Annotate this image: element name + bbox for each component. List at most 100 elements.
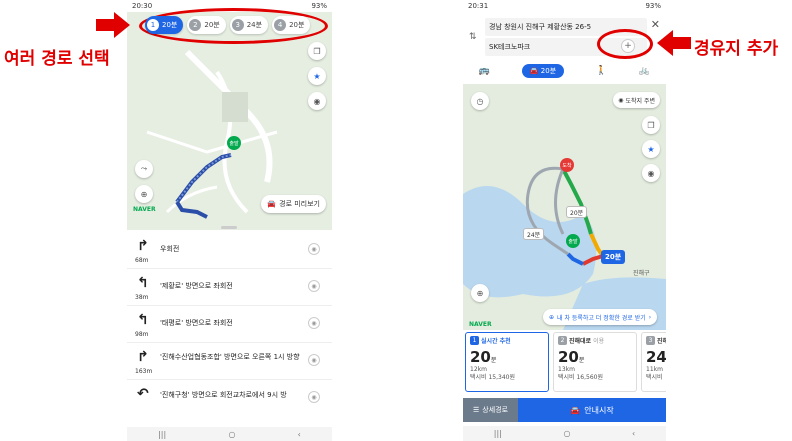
list-item[interactable]: ↱ 163m '진해수산업협동조합' 방면으로 오른쪽 1시 방향 ◉ bbox=[127, 343, 332, 380]
route-time-unit: 분 bbox=[490, 357, 497, 364]
map-pin-icon[interactable]: ◉ bbox=[308, 243, 320, 255]
location-button[interactable]: ◉ bbox=[308, 92, 326, 110]
action-bar: ☰ 상세경로 🚘 안내시작 bbox=[463, 398, 666, 422]
district-label: 진해구 bbox=[633, 270, 650, 277]
destination-marker[interactable]: 도착 bbox=[560, 158, 574, 172]
home-icon[interactable]: ○ bbox=[228, 430, 235, 439]
map-graphics bbox=[463, 84, 666, 330]
favorite-button[interactable]: ★ bbox=[642, 140, 660, 158]
route-fare: 택시비 15,340원 bbox=[470, 374, 515, 381]
location-button[interactable]: ◉ bbox=[642, 164, 660, 182]
selected-route-bubble[interactable]: 20분 bbox=[601, 250, 626, 264]
route-map[interactable]: 출발 ❐ ★ ◉ ⤳ ⊕ NAVER 🚘 경로 미리보기 bbox=[127, 12, 332, 230]
origin-marker-label: 출발 bbox=[568, 238, 578, 245]
tab-car[interactable]: 🚘 20분 bbox=[521, 64, 565, 78]
list-item[interactable]: ↰ 38m '제황로' 방면으로 좌회전 ◉ bbox=[127, 269, 332, 306]
layers-button[interactable]: ❐ bbox=[308, 42, 326, 60]
list-item[interactable]: ↰ 98m '태평로' 방면으로 좌회전 ◉ bbox=[127, 306, 332, 343]
pin-icon: ◉ bbox=[313, 96, 321, 106]
clock-icon: ◷ bbox=[476, 96, 484, 106]
route-card-1[interactable]: 1 실시간 추천 20분 12km 택시비 15,340원 bbox=[465, 332, 549, 392]
roundabout-icon: ↶ bbox=[137, 386, 149, 402]
route-card-title: 1 실시간 추천 bbox=[470, 336, 544, 345]
star-icon: ★ bbox=[647, 144, 655, 154]
destination-around-label: 도착지 주변 bbox=[625, 97, 655, 105]
bubble-time: 24분 bbox=[527, 231, 541, 239]
back-icon[interactable]: ‹ bbox=[632, 429, 635, 438]
bubble-time: 20분 bbox=[570, 209, 584, 217]
route-option-1[interactable]: 1 20분 bbox=[145, 16, 184, 34]
route-option-4[interactable]: 4 20분 bbox=[272, 16, 311, 34]
tab-car-time: 20분 bbox=[540, 67, 557, 75]
step-instruction: '진해구청' 방면으로 회전교차로에서 9시 방 bbox=[160, 391, 287, 399]
route-option-time: 20분 bbox=[162, 21, 178, 29]
origin-marker[interactable]: 출발 bbox=[566, 234, 580, 248]
route-options-button[interactable]: ⤳ bbox=[135, 160, 153, 178]
walk-icon[interactable]: 🚶 bbox=[596, 66, 607, 76]
route-time: 20분 bbox=[470, 348, 544, 366]
alt-route-bubble[interactable]: 24분 bbox=[523, 228, 545, 240]
destination-marker-label: 도착 bbox=[562, 162, 572, 169]
alt-route-bubble[interactable]: 20분 bbox=[566, 206, 588, 218]
register-car-label: 내 차 등록하고 더 정확한 경로 받기 bbox=[557, 314, 646, 322]
start-navigation-label: 안내시작 bbox=[584, 405, 614, 415]
step-instruction: '태평로' 방면으로 좌회전 bbox=[160, 319, 233, 327]
route-time-unit: 분 bbox=[578, 357, 585, 364]
status-time: 20:30 bbox=[132, 2, 153, 10]
route-card-3[interactable]: 3 진해 24 11km 택시비 bbox=[641, 332, 666, 392]
route-option-3[interactable]: 3 24분 bbox=[229, 16, 269, 34]
map-pin-icon[interactable]: ◉ bbox=[308, 354, 320, 366]
register-car-banner[interactable]: ⊕ 내 차 등록하고 더 정확한 경로 받기 › bbox=[543, 309, 658, 325]
route-number: 3 bbox=[646, 336, 655, 345]
list-icon: ☰ bbox=[472, 406, 480, 414]
pin-icon: ◉ bbox=[647, 168, 655, 178]
phone-left-screen: 20:30 93% 출발 ❐ ★ ◉ ⤳ ⊕ NAVER 🚘 경로 미리보기 1… bbox=[127, 0, 332, 441]
bubble-time: 20분 bbox=[605, 253, 622, 261]
home-icon[interactable]: ○ bbox=[563, 429, 570, 438]
route-option-time: 24분 bbox=[246, 21, 263, 29]
route-card-title: 3 진해 bbox=[646, 336, 666, 345]
route-details-button[interactable]: ☰ 상세경로 bbox=[463, 398, 518, 422]
route-option-number: 1 bbox=[147, 19, 159, 31]
bus-icon[interactable]: 🚌 bbox=[479, 66, 490, 76]
bike-icon[interactable]: 🚲 bbox=[639, 66, 650, 76]
recent-apps-icon[interactable]: ||| bbox=[494, 429, 502, 438]
history-button[interactable]: ◷ bbox=[471, 92, 489, 110]
current-location-button[interactable]: ⊕ bbox=[135, 185, 153, 203]
layers-icon: ❐ bbox=[647, 120, 655, 130]
origin-marker[interactable]: 출발 bbox=[227, 136, 241, 150]
map-pin-icon[interactable]: ◉ bbox=[308, 391, 320, 403]
swap-icon[interactable]: ⇅ bbox=[469, 32, 477, 42]
route-card-2[interactable]: 2 진해대로 이용 20분 13km 택시비 16,560원 bbox=[553, 332, 637, 392]
route-details-label: 상세경로 bbox=[482, 406, 509, 414]
favorite-button[interactable]: ★ bbox=[308, 67, 326, 85]
battery-level: 93% bbox=[645, 2, 661, 10]
turn-left-icon: ↰ bbox=[137, 275, 149, 291]
layers-icon: ❐ bbox=[313, 46, 321, 56]
destination-around-button[interactable]: ◉ 도착지 주변 bbox=[613, 92, 660, 108]
current-location-button[interactable]: ⊕ bbox=[471, 284, 489, 302]
back-icon[interactable]: ‹ bbox=[298, 430, 301, 439]
origin-marker-label: 출발 bbox=[229, 140, 239, 147]
map-pin-icon[interactable]: ◉ bbox=[308, 317, 320, 329]
route-distance: 12km bbox=[470, 366, 487, 373]
start-navigation-button[interactable]: 🚘 안내시작 bbox=[518, 398, 666, 422]
step-distance: 38m bbox=[135, 294, 149, 301]
battery-level: 93% bbox=[311, 2, 327, 10]
map-pin-icon[interactable]: ◉ bbox=[308, 280, 320, 292]
route-map[interactable]: 도착 출발 20분 20분 24분 진해구 ◷ ◉ 도착지 주변 ❐ ★ ◉ ⊕… bbox=[463, 84, 666, 330]
annotation-arrow-left-icon bbox=[657, 30, 691, 56]
route-option-time: 20분 bbox=[204, 21, 220, 29]
route-distance: 11km bbox=[646, 366, 663, 373]
list-item[interactable]: ↱ 68m 우회전 ◉ bbox=[127, 232, 332, 269]
status-time: 20:31 bbox=[468, 2, 489, 10]
layers-button[interactable]: ❐ bbox=[642, 116, 660, 134]
route-time-value: 20 bbox=[470, 348, 491, 366]
recent-apps-icon[interactable]: ||| bbox=[158, 430, 166, 439]
route-preview-label: 경로 미리보기 bbox=[279, 200, 320, 208]
crosshair-icon: ⊕ bbox=[140, 189, 148, 199]
list-item[interactable]: ↶ '진해구청' 방면으로 회전교차로에서 9시 방 ◉ bbox=[127, 380, 332, 417]
sheet-handle[interactable] bbox=[221, 226, 237, 229]
route-preview-button[interactable]: 🚘 경로 미리보기 bbox=[261, 195, 326, 213]
route-option-2[interactable]: 2 20분 bbox=[187, 16, 226, 34]
